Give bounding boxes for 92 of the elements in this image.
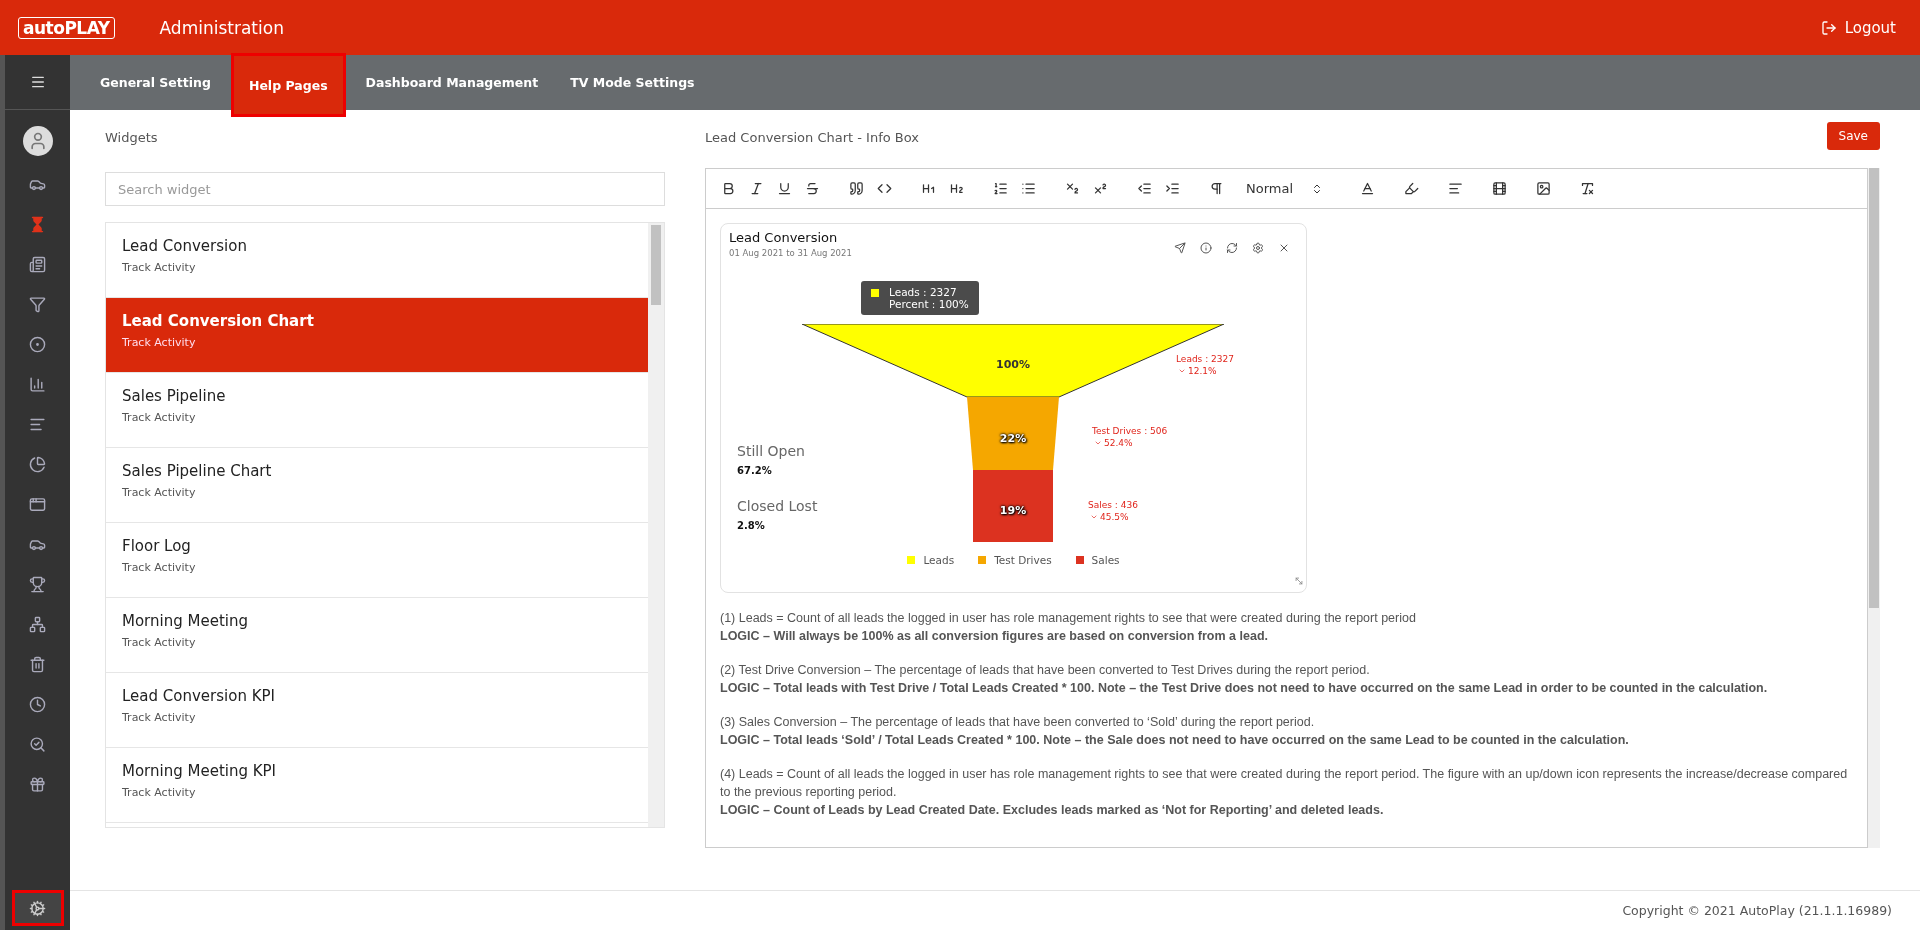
highlighter-icon xyxy=(1403,181,1419,196)
widget-name: Morning Meeting KPI xyxy=(122,762,278,780)
search-field[interactable]: Search widget xyxy=(105,172,665,206)
widget-subtitle: Track Activity xyxy=(122,411,197,424)
stat-value: 2.8% xyxy=(737,520,766,531)
editor-title: Lead Conversion Chart - Info Box xyxy=(705,130,919,145)
widget-name: Sales Pipeline xyxy=(122,387,227,405)
brand-logo: autoPLAY xyxy=(18,16,115,39)
widget-name: Sales Pipeline Chart xyxy=(122,462,273,480)
widgets-heading: Widgets xyxy=(105,130,159,147)
widget-name: Lead Conversion Chart xyxy=(122,312,315,330)
image-icon xyxy=(1535,181,1551,196)
widget-name: Lead Conversion xyxy=(122,237,248,255)
widget-subtitle: Track Activity xyxy=(122,711,197,724)
settings-icon xyxy=(29,899,46,917)
italic-icon xyxy=(748,181,764,196)
bullet-list-icon xyxy=(1020,181,1036,196)
send-icon[interactable] xyxy=(1174,242,1186,254)
subscript-icon xyxy=(1064,181,1080,196)
quote-icon xyxy=(848,181,864,196)
tooltip-text: Percent : 100% xyxy=(889,298,969,310)
widget-subtitle: Track Activity xyxy=(122,786,197,799)
clear-format-icon xyxy=(1579,181,1595,196)
save-button[interactable]: Save xyxy=(1826,122,1880,150)
logic-text: LOGIC – Count of Leads by Lead Created Date. Excludes leads marked as ‘Not for Reporting’ and deleted leads. xyxy=(720,802,1385,819)
text-color-icon xyxy=(1359,181,1375,196)
tab[interactable]: Help Pages xyxy=(232,55,344,115)
underline-icon xyxy=(776,181,792,196)
page-title: Administration xyxy=(159,17,285,38)
heading-2-icon xyxy=(948,181,964,196)
menu-icon xyxy=(29,74,46,90)
help-text: (2) Test Drive Conversion – The percentage of leads that have been converted to Test Drives during the report period. xyxy=(720,662,1371,679)
down-chevron-icon xyxy=(1090,513,1098,521)
film-icon xyxy=(1491,181,1507,196)
logout-icon xyxy=(1820,19,1837,36)
logic-text: LOGIC – Will always be 100% as all conversion figures are based on conversion from a lead. xyxy=(720,628,1269,645)
widget-subtitle: Track Activity xyxy=(122,261,197,274)
settings-button[interactable] xyxy=(11,890,64,926)
stat-label: Still Open xyxy=(737,443,805,459)
resize-icon[interactable] xyxy=(1294,576,1304,586)
ordered-list-icon xyxy=(992,181,1008,196)
widget-subtitle: Track Activity xyxy=(122,636,197,649)
widget-list-item[interactable]: Lead Conversion Chart Track Activity xyxy=(106,298,648,373)
outdent-icon xyxy=(1136,181,1152,196)
widget-name: Morning Meeting xyxy=(122,612,249,630)
widget-subtitle: Track Activity xyxy=(122,561,197,574)
change-percent: 52.4% xyxy=(1104,437,1133,449)
code-icon xyxy=(876,181,892,196)
strikethrough-icon xyxy=(804,181,820,196)
help-text: (1) Leads = Count of all leads the logged in user has role management rights to see that were created during the report period xyxy=(720,610,1417,627)
callout-value: Leads : 2327 xyxy=(1176,353,1234,365)
legend-item[interactable]: Sales xyxy=(1075,554,1120,566)
widget-subtitle: Track Activity xyxy=(122,486,197,499)
help-text: (4) Leads = Count of all leads the logged in user has role management rights to see that were created during the report period. The figure with an up/down icon represents the increase/decrease compared to the previous reporting period. xyxy=(720,766,1849,801)
down-chevron-icon xyxy=(1178,367,1186,375)
logic-text: LOGIC – Total leads with Test Drive / Total Leads Created * 100. Note – the Test Drive does not need to have occurred on the same Lead in order to be counted in the calculation. xyxy=(720,680,1769,697)
copyright-text: Copyright © 2021 AutoPlay (21.1.1.16989) xyxy=(1622,903,1892,918)
pilcrow-icon xyxy=(1208,181,1224,196)
legend-item[interactable]: Leads xyxy=(907,554,955,566)
indent-icon xyxy=(1164,181,1180,196)
down-chevron-icon xyxy=(1094,439,1102,447)
logout-link[interactable]: Logout xyxy=(1820,18,1896,37)
tab[interactable]: TV Mode Settings xyxy=(554,55,711,110)
stat-label: Closed Lost xyxy=(737,498,818,514)
callout-value: Sales : 436 xyxy=(1088,499,1138,511)
change-percent: 12.1% xyxy=(1188,365,1217,377)
tab[interactable]: Dashboard Management xyxy=(349,55,555,110)
format-dropdown[interactable]: Normal xyxy=(1240,180,1330,197)
avatar[interactable] xyxy=(22,126,53,156)
help-text: (3) Sales Conversion – The percentage of leads that have been converted to ‘Sold’ during the report period. xyxy=(720,714,1316,731)
widget-name: Floor Log xyxy=(122,537,192,555)
callout-value: Test Drives : 506 xyxy=(1092,425,1168,437)
refresh-icon[interactable] xyxy=(1226,242,1238,254)
superscript-icon xyxy=(1092,181,1108,196)
card-period: 01 Aug 2021 to 31 Aug 2021 xyxy=(729,248,852,258)
settings-icon[interactable] xyxy=(1252,242,1264,254)
stat-value: 67.2% xyxy=(737,465,773,476)
tab[interactable]: General Setting xyxy=(84,55,227,110)
segment-percent: 19% xyxy=(999,503,1027,517)
segment-percent: 22% xyxy=(999,431,1027,445)
widget-subtitle: Track Activity xyxy=(122,336,197,349)
tooltip-text: Leads : 2327 xyxy=(889,286,958,298)
heading-1-icon xyxy=(920,181,936,196)
segment-percent: 100% xyxy=(996,357,1030,371)
logic-text: LOGIC – Total leads ‘Sold’ / Total Leads Created * 100. Note – the Sale does not need to have occurred on the same Lead to be counted in the calculation. xyxy=(720,732,1630,749)
card-title: Lead Conversion xyxy=(729,230,839,245)
align-left-icon xyxy=(1447,181,1463,196)
info-icon[interactable] xyxy=(1200,242,1212,254)
widget-name: Lead Conversion KPI xyxy=(122,687,276,705)
legend-item[interactable]: Test Drives xyxy=(978,554,1052,566)
change-percent: 45.5% xyxy=(1100,511,1129,523)
close-icon[interactable] xyxy=(1278,242,1290,254)
